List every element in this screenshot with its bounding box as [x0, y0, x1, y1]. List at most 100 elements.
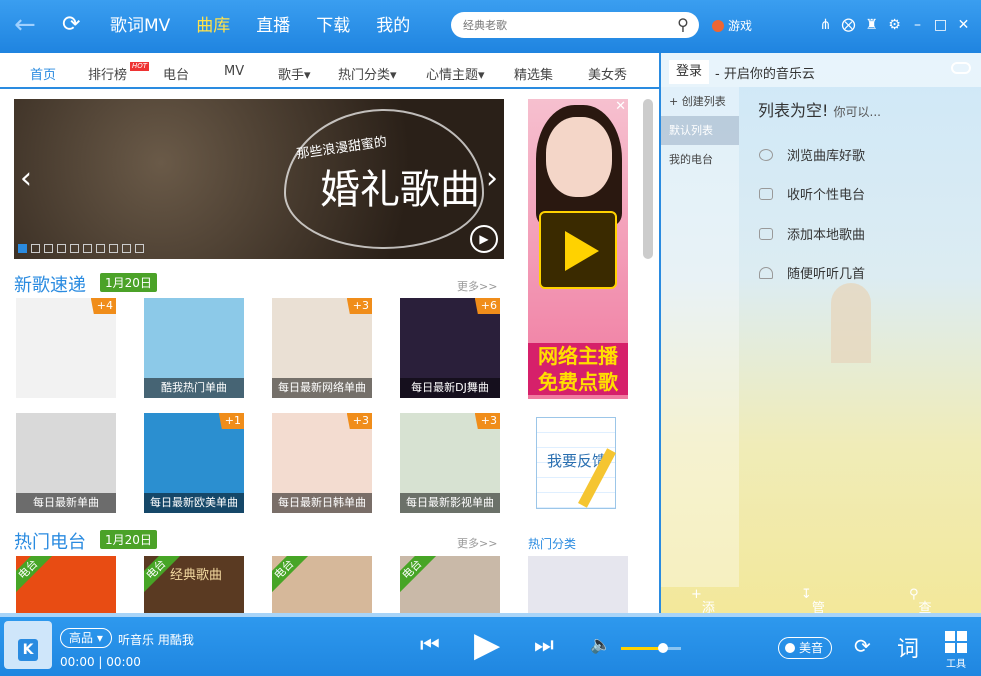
library-pane: 首页 排行榜 HOT 电台 MV 歌手▾ 热门分类▾ 心情主题▾ 精选集 美女秀…	[0, 53, 659, 613]
chevron-right-icon[interactable]: ›	[486, 161, 498, 196]
shrink-icon[interactable]: ⨂	[837, 14, 860, 36]
game-link[interactable]: 游戏	[712, 17, 752, 34]
live-stream-ad[interactable]: 网络主播 免费点歌 ✕	[528, 99, 628, 399]
volume-icon[interactable]: 🔈	[590, 635, 611, 655]
slide-dot[interactable]	[135, 244, 144, 253]
slide-dot[interactable]	[44, 244, 53, 253]
playlist-toolbar: + 添加 ↧ 管理 ⚲ 查找	[661, 577, 981, 613]
radio-ribbon: 电台	[16, 556, 55, 597]
subnav-mv[interactable]: MV	[224, 64, 244, 79]
slide-dot[interactable]	[31, 244, 40, 253]
count-badge: +3	[346, 298, 372, 314]
song-tile[interactable]: +1 每日最新欧美单曲	[144, 413, 244, 513]
cloud-header: 登录 - 开启你的音乐云	[661, 53, 981, 87]
ad-play-icon[interactable]	[539, 211, 617, 289]
next-icon[interactable]: ⏭	[534, 633, 554, 658]
nav-library[interactable]: 曲库	[196, 0, 230, 53]
add-button[interactable]: + 添加	[691, 587, 715, 613]
song-tile[interactable]: +3 每日最新影视单曲	[400, 413, 500, 513]
play-circle-icon[interactable]: ▶	[470, 225, 498, 253]
repeat-icon[interactable]: ⟳	[854, 634, 871, 658]
sprout-icon[interactable]: ⋔	[814, 14, 837, 36]
radio-tile[interactable]: 电台	[400, 556, 500, 613]
browse-library-link[interactable]: 浏览曲库好歌	[759, 145, 865, 164]
subnav-categories[interactable]: 热门分类▾	[338, 64, 397, 83]
maximize-icon[interactable]: □	[929, 14, 952, 36]
find-button[interactable]: ⚲ 查找	[909, 587, 932, 613]
quality-select[interactable]: 高品 ▾	[60, 628, 112, 648]
tools-button[interactable]: 工具	[944, 631, 968, 675]
count-badge: +6	[474, 298, 500, 314]
slide-dot[interactable]	[70, 244, 79, 253]
nav-lyrics-mv[interactable]: 歌词MV	[110, 0, 170, 53]
song-tile[interactable]: 酷我热门单曲	[144, 298, 244, 398]
song-tile[interactable]: +6 每日最新DJ舞曲	[400, 298, 500, 398]
search-input[interactable]	[463, 16, 663, 34]
back-arrow-icon[interactable]: ←	[14, 12, 44, 40]
close-icon[interactable]: ✕	[615, 99, 626, 114]
subnav-charts[interactable]: 排行榜	[88, 64, 127, 83]
create-list-button[interactable]: + 创建列表	[661, 87, 739, 116]
date-badge: 1月20日	[100, 530, 157, 549]
slide-dot[interactable]	[96, 244, 105, 253]
nav-live[interactable]: 直播	[256, 0, 290, 53]
more-link[interactable]: 更多>>	[457, 535, 497, 551]
category-tile[interactable]	[528, 556, 628, 613]
subnav-collections[interactable]: 精选集	[514, 64, 553, 83]
song-tile[interactable]: 每日最新单曲	[16, 413, 116, 513]
nav-download[interactable]: 下载	[316, 0, 350, 53]
more-link[interactable]: 更多>>	[457, 278, 497, 294]
refresh-icon[interactable]: ⟳	[62, 12, 88, 38]
chevron-left-icon[interactable]: ‹	[20, 161, 32, 196]
radio-title: 经典歌曲	[170, 568, 223, 583]
subnav-home[interactable]: 首页	[30, 64, 56, 83]
hot-badge: HOT	[130, 62, 150, 71]
radio-tile[interactable]: 电台	[16, 556, 116, 613]
subnav-beauty-show[interactable]: 美女秀	[588, 64, 627, 83]
song-tile[interactable]: +4	[16, 298, 116, 398]
login-button[interactable]: 登录	[669, 60, 709, 84]
find-label: 查找	[918, 601, 932, 613]
search-icon[interactable]: ⚲	[673, 15, 693, 35]
sidebar-item-my-radio[interactable]: 我的电台	[661, 145, 739, 174]
slide-dot[interactable]	[83, 244, 92, 253]
game-label: 游戏	[728, 19, 753, 33]
slide-dot[interactable]	[18, 244, 27, 253]
radio-tile[interactable]: 电台 经典歌曲	[144, 556, 244, 613]
tile-caption: 每日最新单曲	[16, 493, 116, 513]
slide-dot[interactable]	[57, 244, 66, 253]
song-tile[interactable]: +3 每日最新日韩单曲	[272, 413, 372, 513]
minimize-icon[interactable]: –	[906, 14, 929, 36]
subnav-singers[interactable]: 歌手▾	[278, 64, 311, 83]
nav-mine[interactable]: 我的	[376, 0, 410, 53]
progress-bar[interactable]	[0, 613, 981, 617]
radio-ribbon: 电台	[400, 556, 439, 597]
personal-radio-link[interactable]: 收听个性电台	[759, 184, 865, 203]
gear-icon[interactable]: ⚙	[883, 14, 906, 36]
cloud-icon[interactable]	[951, 62, 971, 74]
song-tile[interactable]: +3 每日最新网络单曲	[272, 298, 372, 398]
manage-button[interactable]: ↧ 管理	[801, 587, 825, 613]
tile-caption: 每日最新欧美单曲	[144, 493, 244, 513]
tools-label: 工具	[946, 659, 966, 670]
radio-tile[interactable]: 电台	[272, 556, 372, 613]
add-local-link[interactable]: 添加本地歌曲	[759, 224, 865, 243]
slide-dot[interactable]	[122, 244, 131, 253]
sound-effect-toggle[interactable]: 美音	[778, 637, 833, 659]
subnav-radio[interactable]: 电台	[163, 64, 189, 83]
sidebar-item-default-list[interactable]: 默认列表	[661, 116, 739, 145]
hot-category-heading[interactable]: 热门分类	[528, 535, 576, 552]
volume-slider[interactable]	[621, 643, 681, 653]
shirt-icon[interactable]: ♜	[860, 14, 883, 36]
lyrics-button[interactable]: 词	[897, 631, 919, 663]
previous-icon[interactable]: ⏮	[420, 633, 440, 658]
subnav-moods[interactable]: 心情主题▾	[426, 64, 485, 83]
play-icon[interactable]: ▶	[474, 625, 500, 665]
scrollbar[interactable]	[643, 99, 653, 259]
wedding-banner[interactable]: 那些浪漫甜蜜的 婚礼歌曲 ‹ › ▶	[14, 99, 504, 259]
kuwo-logo[interactable]: K	[4, 621, 52, 669]
random-listen-link[interactable]: 随便听听几首	[759, 263, 865, 282]
feedback-card[interactable]: 我要反馈	[528, 413, 628, 513]
close-icon[interactable]: ✕	[952, 14, 975, 36]
slide-dot[interactable]	[109, 244, 118, 253]
